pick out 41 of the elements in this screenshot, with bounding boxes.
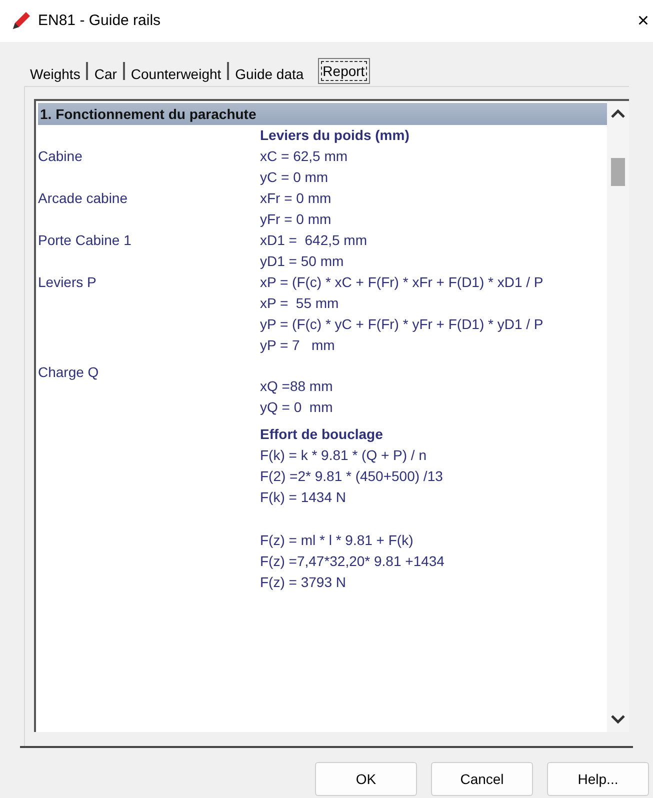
formula-text: xFr = 0 mm	[260, 190, 332, 206]
close-button[interactable]: ×	[637, 11, 649, 31]
row-label: Porte Cabine 1	[38, 232, 132, 248]
formula-text: F(k) = 1434 N	[260, 489, 346, 505]
dialog-button[interactable]: OK	[315, 762, 417, 796]
formula-text: xP = 55 mm	[260, 295, 339, 311]
formula-text: xD1 = 642,5 mm	[260, 232, 367, 248]
formula-text: yC = 0 mm	[260, 169, 328, 185]
dialog-button[interactable]: Help...	[547, 762, 649, 796]
tab[interactable]: Report	[318, 58, 370, 84]
row-label: Charge Q	[38, 364, 99, 380]
formula-text: F(z) = 3793 N	[260, 574, 346, 590]
formula-text: yP = (F(c) * yC + F(Fr) * yFr + F(D1) * yD1 / P	[260, 316, 544, 332]
window-title: EN81 - Guide rails	[38, 10, 161, 31]
tab[interactable]: Car	[88, 62, 123, 86]
tab[interactable]: Weights	[24, 62, 86, 86]
row-label: Cabine	[38, 148, 82, 164]
formula-text: xQ =88 mm	[260, 378, 333, 394]
section-header: 1. Fonctionnement du parachute	[38, 103, 607, 125]
formula-text: F(z) =7,47*32,20* 9.81 +1434	[260, 553, 444, 569]
section-heading: Leviers du poids (mm)	[260, 127, 410, 143]
chevron-up-icon[interactable]	[611, 109, 625, 118]
formula-text: F(z) = ml * l * 9.81 + F(k)	[260, 532, 414, 548]
formula-text: yFr = 0 mm	[260, 211, 332, 227]
formula-text: xP = (F(c) * xC + F(Fr) * xFr + F(D1) * xD1 / P	[260, 274, 544, 290]
formula-text: F(k) = k * 9.81 * (Q + P) / n	[260, 447, 426, 463]
scroll-thumb[interactable]	[611, 158, 625, 186]
formula-text: xC = 62,5 mm	[260, 148, 348, 164]
formula-text: F(2) =2* 9.81 * (450+500) /13	[260, 468, 443, 484]
formula-text: yQ = 0 mm	[260, 399, 333, 415]
tab[interactable]: Guide data	[229, 62, 310, 86]
section-heading: Effort de bouclage	[260, 426, 383, 442]
tab[interactable]: Counterweight	[124, 62, 228, 86]
scrollbar[interactable]	[607, 101, 629, 732]
pencil-icon	[10, 10, 32, 32]
dialog-button[interactable]: Cancel	[431, 762, 533, 796]
row-label: Arcade cabine	[38, 190, 128, 206]
row-label: Leviers P	[38, 274, 96, 290]
chevron-down-icon[interactable]	[611, 715, 625, 724]
formula-text: yD1 = 50 mm	[260, 253, 344, 269]
formula-text: yP = 7 mm	[260, 337, 335, 353]
